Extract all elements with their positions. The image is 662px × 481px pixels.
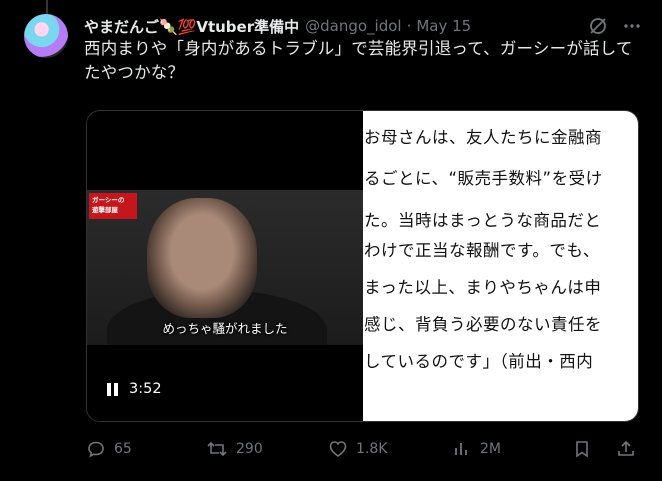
share-icon [616, 439, 636, 459]
views-button[interactable]: 2M [452, 434, 501, 464]
article-line: た。当時はまっとうな商品だと [364, 211, 602, 230]
action-bar: 65 290 1.8K 2M [84, 434, 644, 464]
article-line: お母さんは、友人たちに金融商 [364, 128, 602, 147]
tweet-header: やまだんご🍡💯Vtuber準備中 @dango_idol · May 15 [84, 13, 642, 39]
display-name[interactable]: やまだんご🍡💯Vtuber準備中 [84, 16, 299, 37]
retweet-count: 290 [236, 441, 263, 457]
article-line: 感じ、背負う必要のない責任を [364, 315, 602, 334]
tweet-text: 西内まりや「身内があるトラブル」で芸能界引退って、ガーシーが話してたやつかな？ [84, 39, 633, 82]
channel-badge: ガーシーの 遊撃部屋 [89, 193, 137, 219]
retweet-icon [206, 439, 228, 459]
avatar[interactable] [24, 14, 68, 58]
bookmark-icon [572, 439, 592, 459]
article-line: るごとに、“販売手数料”を受け [364, 169, 603, 188]
more-options-icon[interactable] [622, 16, 642, 36]
retweet-button[interactable]: 290 [206, 434, 263, 464]
media-attachment[interactable]: ガーシーの 遊撃部屋 めっちゃ騒がれました 3:52 お母さんは、友人たちに金融… [86, 110, 639, 422]
like-count: 1.8K [356, 441, 388, 457]
heart-icon [328, 439, 348, 459]
reply-button[interactable]: 65 [86, 434, 132, 464]
video-time: 3:52 [129, 381, 162, 397]
article-line: わけで正当な報酬です。でも、 [364, 241, 600, 260]
grok-icon[interactable] [588, 16, 608, 36]
video-frame: ガーシーの 遊撃部屋 めっちゃ騒がれました [87, 190, 363, 345]
reply-count: 65 [114, 441, 132, 457]
reply-icon [86, 439, 106, 459]
video-subtitle: めっちゃ騒がれました [162, 321, 288, 336]
post-date[interactable]: May 15 [416, 17, 471, 35]
bookmark-button[interactable] [572, 434, 592, 464]
views-count: 2M [480, 441, 501, 457]
like-button[interactable]: 1.8K [328, 434, 387, 464]
person-face [147, 198, 257, 318]
separator-dot: · [406, 17, 412, 35]
share-button[interactable] [616, 434, 636, 464]
user-handle[interactable]: @dango_idol [305, 17, 401, 35]
analytics-icon [452, 439, 472, 459]
article-image: お母さんは、友人たちに金融商 るごとに、“販売手数料”を受け た。当時はまっとう… [363, 111, 638, 421]
video-player[interactable]: ガーシーの 遊撃部屋 めっちゃ騒がれました 3:52 [87, 111, 363, 421]
article-line: まった以上、まりやちゃんは申 [364, 278, 602, 297]
pause-icon[interactable] [107, 382, 119, 396]
article-line: しているのです」（前出・西内 [364, 352, 594, 371]
